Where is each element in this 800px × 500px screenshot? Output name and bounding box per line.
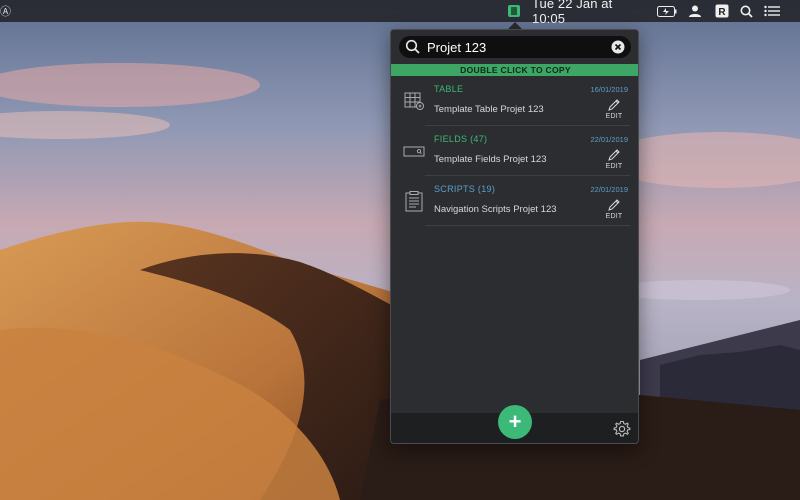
clear-search-icon[interactable] bbox=[611, 40, 625, 54]
search-icon bbox=[405, 39, 420, 54]
search-area bbox=[391, 30, 638, 64]
add-snippet-button[interactable]: + bbox=[498, 405, 532, 439]
battery-icon[interactable] bbox=[655, 0, 679, 22]
result-row-table[interactable]: TABLE 16/01/2019 Template Table Projet 1… bbox=[391, 76, 638, 126]
row-type-label: TABLE bbox=[434, 84, 464, 94]
row-date: 16/01/2019 bbox=[590, 85, 628, 94]
svg-text:R: R bbox=[718, 7, 726, 18]
row-title: Navigation Scripts Projet 123 bbox=[434, 204, 557, 215]
pencil-icon bbox=[608, 149, 620, 161]
copy-hint-bar: DOUBLE CLICK TO COPY bbox=[391, 64, 638, 76]
rapp-icon[interactable]: R bbox=[713, 0, 731, 22]
pencil-icon bbox=[608, 199, 620, 211]
spotlight-search-icon[interactable] bbox=[737, 0, 755, 22]
result-row-fields[interactable]: FIELDS (47) 22/01/2019 Template Fields P… bbox=[391, 126, 638, 176]
app-status-icon[interactable] bbox=[505, 0, 523, 22]
menu-bar-left-glyph: Ⓐ bbox=[0, 6, 11, 18]
user-icon[interactable] bbox=[686, 0, 704, 22]
notification-list-icon[interactable] bbox=[762, 0, 782, 22]
app-icon bbox=[508, 5, 520, 17]
popover-arrow bbox=[508, 22, 522, 29]
search-input[interactable] bbox=[427, 36, 607, 58]
row-date: 22/01/2019 bbox=[590, 135, 628, 144]
table-icon bbox=[404, 92, 424, 110]
edit-label: EDIT bbox=[605, 213, 623, 220]
menu-bar-clock[interactable]: Tue 22 Jan at 10:05 bbox=[532, 0, 647, 26]
gear-icon[interactable] bbox=[613, 420, 631, 438]
edit-button[interactable]: EDIT bbox=[603, 198, 625, 222]
edit-button[interactable]: EDIT bbox=[603, 98, 625, 122]
edit-label: EDIT bbox=[605, 113, 623, 120]
edit-button[interactable]: EDIT bbox=[603, 148, 625, 172]
search-box[interactable] bbox=[399, 36, 631, 58]
snippet-popover: DOUBLE CLICK TO COPY TABLE 16/01/2019 Te… bbox=[390, 29, 639, 444]
edit-label: EDIT bbox=[605, 163, 623, 170]
row-type-label: FIELDS (47) bbox=[434, 134, 488, 144]
result-row-scripts[interactable]: SCRIPTS (19) 22/01/2019 Navigation Scrip… bbox=[391, 176, 638, 226]
menu-bar: Ⓐ Tue 22 Jan at 10:05 R bbox=[0, 0, 800, 26]
row-title: Template Fields Projet 123 bbox=[434, 154, 547, 165]
pencil-icon bbox=[608, 99, 620, 111]
row-title: Template Table Projet 123 bbox=[434, 104, 544, 115]
row-date: 22/01/2019 bbox=[590, 185, 628, 194]
row-type-label: SCRIPTS (19) bbox=[434, 184, 496, 194]
script-icon bbox=[405, 191, 423, 212]
field-icon bbox=[403, 146, 425, 157]
row-divider bbox=[425, 225, 630, 226]
